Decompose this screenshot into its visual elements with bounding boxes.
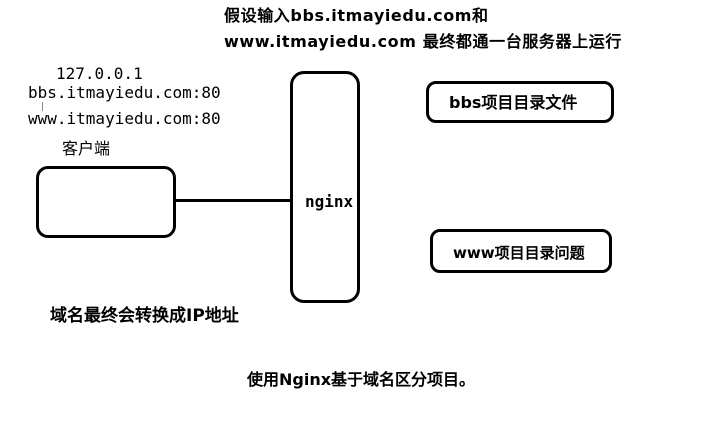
client-label: 客户端 [62,139,111,158]
text-cursor-icon [42,102,48,111]
bbs-project-box: bbs项目目录文件 [426,81,614,123]
header-line-1: 假设输入bbs.itmayiedu.com和 [224,6,489,25]
client-ip: 127.0.0.1 [56,64,143,83]
www-project-label: www项目目录问题 [453,244,585,262]
header-line-2: www.itmayiedu.com 最终都通一台服务器上运行 [224,32,622,51]
client-box [36,166,176,238]
nginx-label: nginx [305,192,354,211]
bbs-project-label: bbs项目目录文件 [449,93,578,112]
www-host: www.itmayiedu.com:80 [28,109,221,128]
domain-resolution-note: 域名最终会转换成IP地址 [50,306,239,326]
summary-caption: 使用Nginx基于域名区分项目。 [247,370,476,389]
bbs-host: bbs.itmayiedu.com:80 [28,83,221,102]
nginx-box: nginx [290,71,360,303]
www-project-box: www项目目录问题 [430,229,612,273]
client-to-nginx-connector [176,199,290,202]
